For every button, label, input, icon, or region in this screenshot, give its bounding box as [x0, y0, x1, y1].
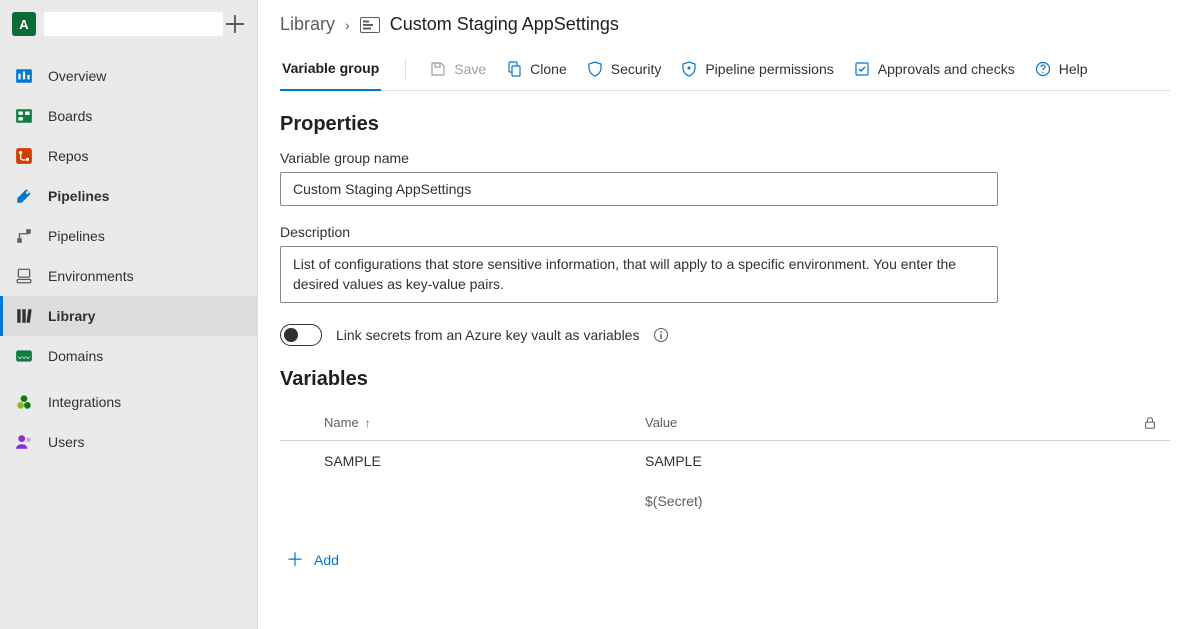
sidebar-item-domains[interactable]: www Domains — [0, 336, 257, 376]
clone-icon — [506, 61, 522, 77]
sidebar-item-library[interactable]: Library — [0, 296, 257, 336]
users-icon — [14, 432, 34, 452]
link-secrets-row: Link secrets from an Azure key vault as … — [280, 324, 1170, 346]
sidebar-label: Domains — [48, 348, 103, 364]
link-secrets-label: Link secrets from an Azure key vault as … — [336, 327, 639, 343]
col-value-header[interactable]: Value — [645, 415, 1130, 430]
col-name-label: Name — [324, 415, 359, 430]
pipelines-sub-icon — [14, 226, 34, 246]
sidebar-label: Overview — [48, 68, 106, 84]
sidebar-label: Library — [48, 308, 95, 324]
var-value: $(Secret) — [645, 493, 1130, 509]
variables-heading: Variables — [280, 368, 1170, 391]
toolbar-separator — [405, 58, 406, 80]
sort-ascending-icon: ↑ — [365, 416, 371, 430]
new-project-button[interactable] — [223, 12, 247, 36]
tab-variable-group[interactable]: Variable group — [280, 47, 381, 91]
breadcrumb-root[interactable]: Library — [280, 14, 335, 35]
sidebar-nav: Overview Boards Repos Pipelines Pipeline… — [0, 56, 257, 462]
sidebar-label: Integrations — [48, 394, 121, 410]
sidebar-item-boards[interactable]: Boards — [0, 96, 257, 136]
toolbar: Variable group Save Clone Security Pipel… — [280, 47, 1170, 91]
security-label: Security — [611, 61, 662, 77]
sidebar-label: Environments — [48, 268, 134, 284]
svg-text:www: www — [18, 355, 31, 361]
sidebar-item-users[interactable]: Users — [0, 422, 257, 462]
sidebar: A Overview Boards Repos — [0, 0, 258, 629]
description-input[interactable] — [280, 246, 998, 303]
add-variable-button[interactable]: ＋ Add — [280, 551, 1170, 569]
pipeline-permissions-button[interactable]: Pipeline permissions — [671, 47, 843, 91]
approvals-button[interactable]: Approvals and checks — [844, 47, 1025, 91]
org-name-placeholder[interactable] — [44, 12, 223, 36]
environments-icon — [14, 266, 34, 286]
col-name-header[interactable]: Name ↑ — [280, 415, 645, 430]
sidebar-item-overview[interactable]: Overview — [0, 56, 257, 96]
table-row[interactable]: $(Secret) — [280, 481, 1170, 521]
col-lock-header — [1130, 416, 1170, 430]
var-name: SAMPLE — [280, 453, 645, 469]
help-button[interactable]: Help — [1025, 47, 1098, 91]
col-value-label: Value — [645, 415, 677, 430]
sidebar-header: A — [0, 4, 257, 46]
approvals-label: Approvals and checks — [878, 61, 1015, 77]
sidebar-item-integrations[interactable]: Integrations — [0, 382, 257, 422]
clone-label: Clone — [530, 61, 567, 77]
shield-icon — [587, 61, 603, 77]
breadcrumb-current: Custom Staging AppSettings — [390, 14, 619, 35]
variables-table: Name ↑ Value SAMPLE SAMPLE $(Secret) — [280, 405, 1170, 521]
help-label: Help — [1059, 61, 1088, 77]
repos-icon — [14, 146, 34, 166]
pipelines-icon — [14, 186, 34, 206]
pipeline-permissions-label: Pipeline permissions — [705, 61, 833, 77]
library-icon — [14, 306, 34, 326]
field-description: Description — [280, 224, 1170, 306]
breadcrumb-separator: › — [345, 17, 350, 33]
name-label: Variable group name — [280, 150, 1170, 166]
name-input[interactable] — [280, 172, 998, 206]
pipeline-permissions-icon — [681, 61, 697, 77]
sidebar-label: Boards — [48, 108, 92, 124]
table-header: Name ↑ Value — [280, 405, 1170, 441]
save-button[interactable]: Save — [420, 47, 496, 91]
boards-icon — [14, 106, 34, 126]
sidebar-label: Pipelines — [48, 188, 109, 204]
save-label: Save — [454, 61, 486, 77]
breadcrumb: Library › Custom Staging AppSettings — [280, 14, 1170, 35]
properties-heading: Properties — [280, 113, 1170, 136]
help-icon — [1035, 61, 1051, 77]
sidebar-label: Repos — [48, 148, 88, 164]
var-value: SAMPLE — [645, 453, 1130, 469]
description-label: Description — [280, 224, 1170, 240]
sidebar-item-pipelines-sub[interactable]: Pipelines — [0, 216, 257, 256]
domains-icon: www — [14, 346, 34, 366]
plus-icon: ＋ — [286, 551, 304, 569]
sidebar-label: Users — [48, 434, 85, 450]
security-button[interactable]: Security — [577, 47, 672, 91]
add-label: Add — [314, 552, 339, 568]
variable-group-icon — [360, 16, 380, 34]
sidebar-item-repos[interactable]: Repos — [0, 136, 257, 176]
info-icon[interactable] — [653, 327, 669, 343]
main-content: Library › Custom Staging AppSettings Var… — [258, 0, 1190, 629]
sidebar-item-pipelines[interactable]: Pipelines — [0, 176, 257, 216]
org-badge[interactable]: A — [12, 12, 36, 36]
save-icon — [430, 61, 446, 77]
link-secrets-toggle[interactable] — [280, 324, 322, 346]
overview-icon — [14, 66, 34, 86]
clone-button[interactable]: Clone — [496, 47, 577, 91]
approvals-icon — [854, 61, 870, 77]
table-row[interactable]: SAMPLE SAMPLE — [280, 441, 1170, 481]
field-variable-group-name: Variable group name — [280, 150, 1170, 206]
sidebar-label: Pipelines — [48, 228, 105, 244]
integrations-icon — [14, 392, 34, 412]
sidebar-item-environments[interactable]: Environments — [0, 256, 257, 296]
